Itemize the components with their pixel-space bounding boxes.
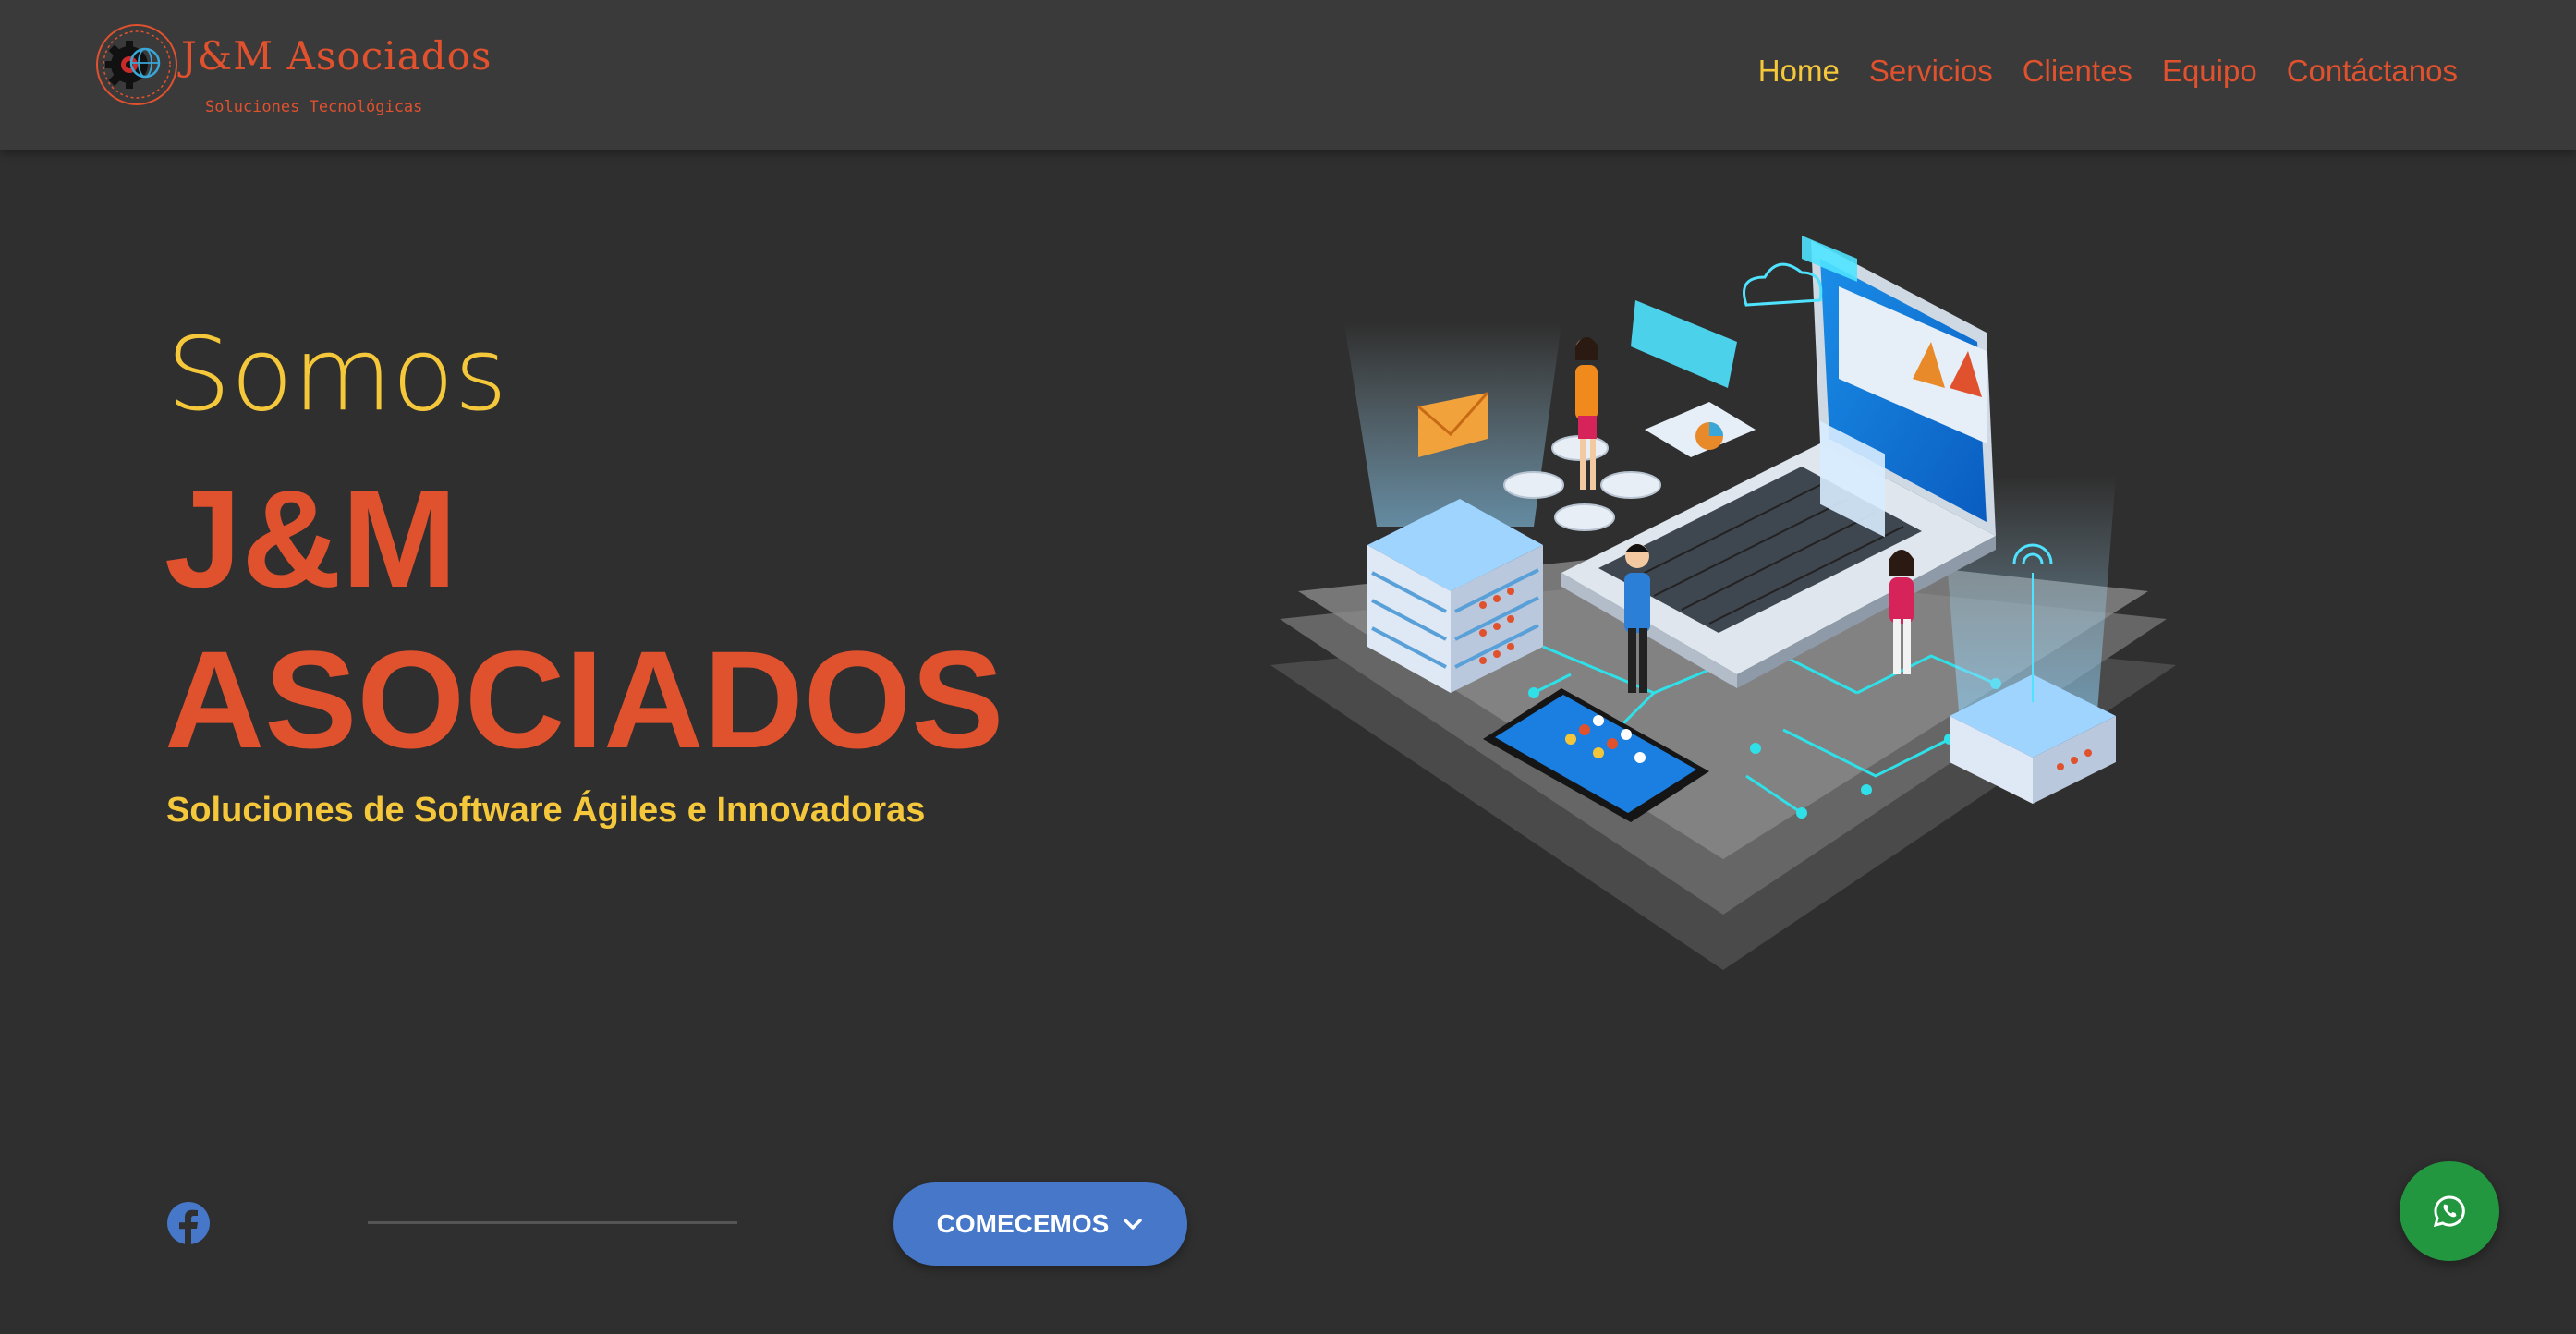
main-nav: Home Servicios Clientes Equipo Contáctan… — [1758, 54, 2458, 89]
hero-subtitle: Soluciones de Software Ágiles e Innovado… — [166, 791, 926, 830]
hero-divider — [368, 1221, 737, 1224]
whatsapp-button[interactable] — [2400, 1161, 2499, 1261]
nav-servicios[interactable]: Servicios — [1869, 54, 1993, 89]
nav-clientes[interactable]: Clientes — [2023, 54, 2132, 89]
nav-equipo[interactable]: Equipo — [2162, 54, 2257, 89]
hero-intro: Somos — [166, 315, 507, 433]
chevron-down-icon — [1124, 1219, 1143, 1230]
brand-name: J&M Asociados — [181, 33, 492, 79]
comecemos-button[interactable]: COMECEMOS — [893, 1182, 1187, 1266]
brand-logo[interactable]: J&M Asociados Soluciones Tecnológicas — [92, 20, 491, 124]
whatsapp-icon — [2433, 1195, 2465, 1228]
logo-gear-globe-icon — [96, 24, 177, 105]
nav-contactanos[interactable]: Contáctanos — [2287, 54, 2458, 89]
nav-home[interactable]: Home — [1758, 54, 1840, 89]
comecemos-label: COMECEMOS — [936, 1209, 1110, 1238]
isometric-tech-illustration — [1270, 236, 2176, 970]
hero-title-line1: J&M — [164, 461, 457, 616]
facebook-icon[interactable] — [167, 1202, 210, 1244]
hero-title-line2: ASOCIADOS — [164, 622, 1004, 777]
site-header: J&M Asociados Soluciones Tecnológicas Ho… — [0, 0, 2576, 150]
brand-tagline: Soluciones Tecnológicas — [205, 98, 423, 116]
